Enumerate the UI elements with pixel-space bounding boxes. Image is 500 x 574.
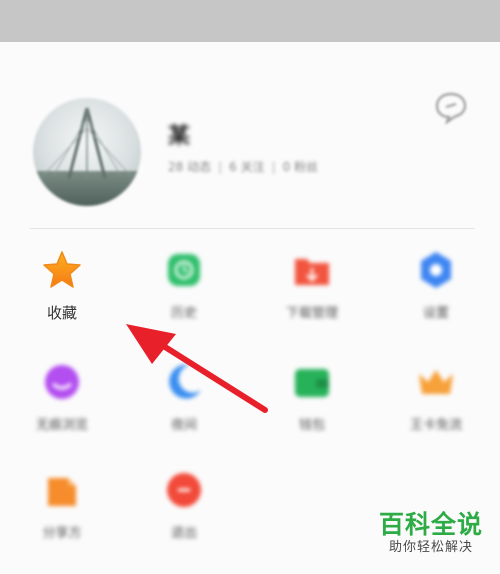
share-icon (42, 470, 82, 510)
menu-item-wallet[interactable]: 钱包 (262, 362, 362, 442)
message-icon[interactable] (434, 90, 468, 125)
menu-item-label: 王卡免流 (409, 418, 462, 433)
annotation-arrow (120, 318, 270, 422)
menu-item-label: 钱包 (298, 418, 325, 433)
menu-item-label: 退出 (170, 526, 197, 541)
history-icon (164, 250, 204, 290)
stat-posts[interactable]: 28 动态 (168, 160, 211, 174)
watermark-subtitle: 助你轻松解决 (388, 540, 473, 555)
menu-item-label: 设置 (422, 306, 449, 321)
menu-item-favorites[interactable]: 收藏 (12, 250, 112, 330)
menu-item-label: 收藏 (46, 304, 77, 322)
watermark-logo: 百科全说 助你轻松解决 (372, 511, 490, 557)
avatar[interactable] (33, 98, 141, 206)
download-folder-icon (292, 250, 332, 290)
menu-item-label: 下载管理 (285, 306, 338, 321)
incognito-icon (42, 362, 82, 402)
menu-item-settings[interactable]: 设置 (386, 250, 486, 330)
settings-icon (416, 250, 456, 290)
star-icon (42, 250, 82, 290)
status-bar (0, 0, 500, 42)
menu-item-label: 无痕浏览 (35, 418, 88, 433)
profile-name[interactable]: 某 (168, 118, 190, 150)
stat-followers[interactable]: 0 粉丝 (283, 160, 318, 174)
wallet-icon (292, 362, 332, 402)
menu-item-incognito[interactable]: 无痕浏览 (12, 362, 112, 442)
divider (30, 228, 475, 229)
crown-icon (416, 362, 456, 402)
menu-item-king-card[interactable]: 王卡免流 (386, 362, 486, 442)
menu-item-exit[interactable]: 退出 (134, 470, 234, 550)
exit-icon (164, 470, 204, 510)
watermark-title: 百科全说 (378, 510, 483, 539)
profile-stats: 28 动态 | 6 关注 | 0 粉丝 (168, 160, 319, 174)
menu-item-downloads[interactable]: 下载管理 (262, 250, 362, 330)
menu-item-share[interactable]: 分享方 (12, 470, 112, 550)
menu-item-label: 分享方 (42, 526, 82, 541)
stat-following[interactable]: 6 关注 (229, 160, 264, 174)
